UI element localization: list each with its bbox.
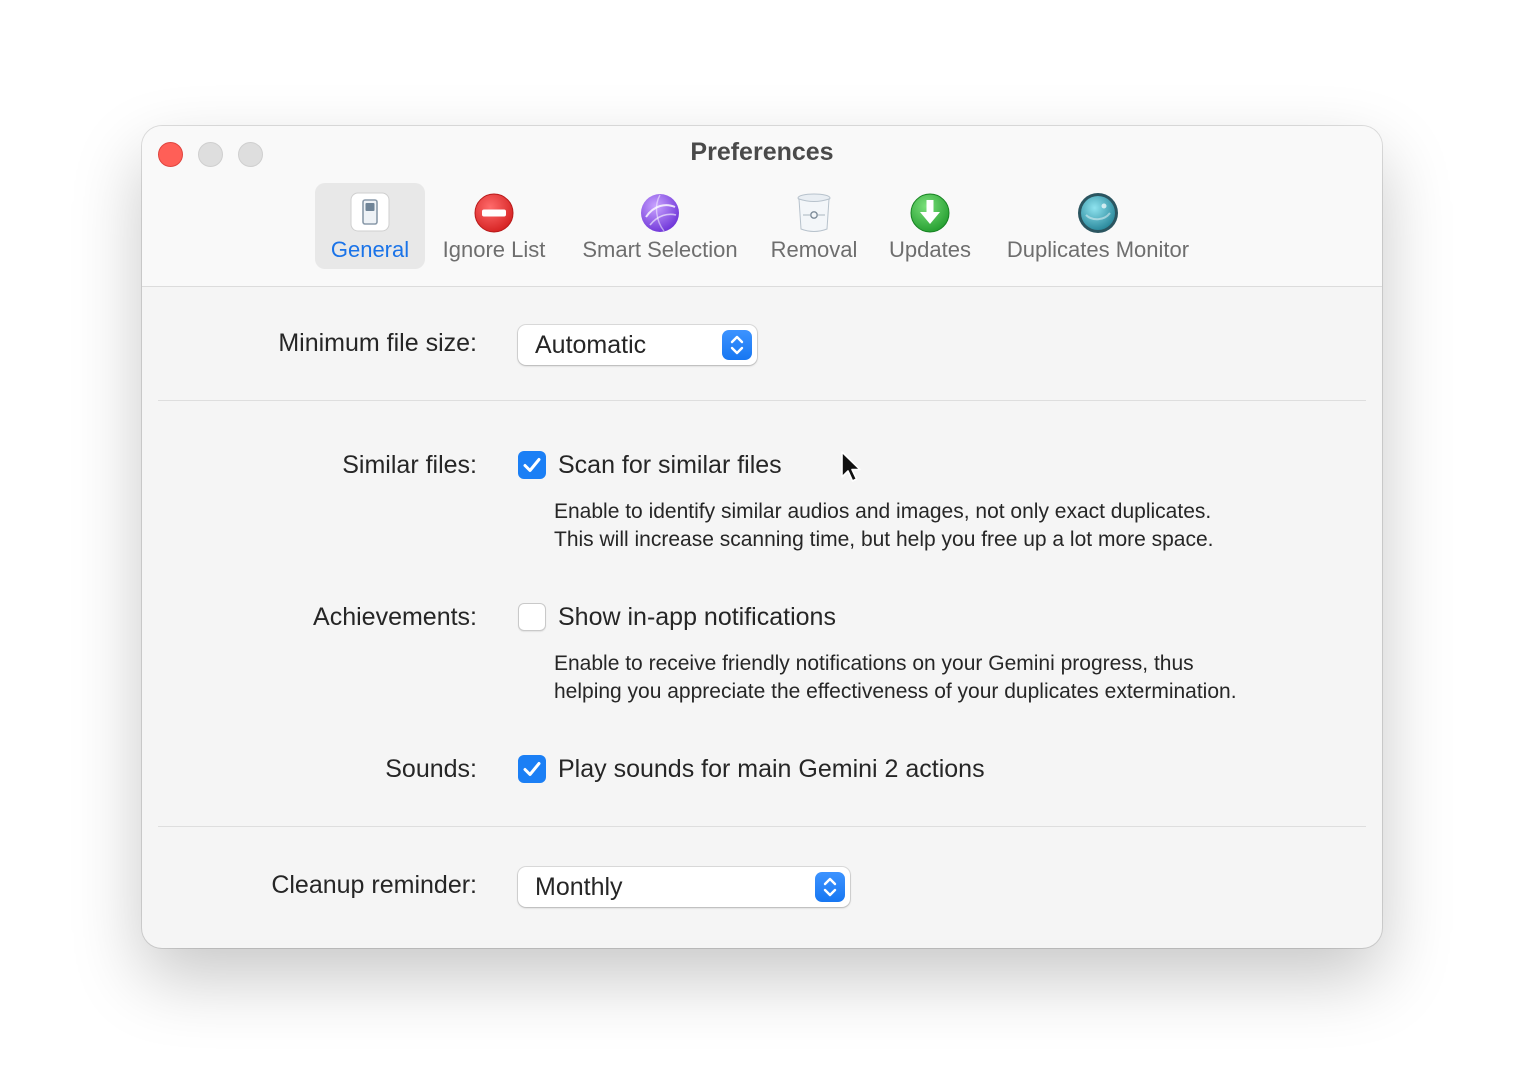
- tab-general-label: General: [330, 237, 410, 262]
- tab-duplicates-monitor-label: Duplicates Monitor: [1006, 237, 1190, 262]
- min-file-size-value: Automatic: [535, 331, 647, 359]
- preferences-content: Minimum file size: Automatic Similar fil…: [142, 287, 1382, 948]
- achievements-label: Achievements:: [313, 603, 477, 631]
- trash-bin-icon: [797, 193, 831, 232]
- mouse-pointer-icon: [841, 451, 861, 482]
- chevron-up-down-icon: [815, 872, 845, 902]
- tab-updates[interactable]: Updates: [880, 183, 980, 269]
- achievements-description-line1: Enable to receive friendly notifications…: [554, 652, 1194, 675]
- achievements-description-line2: helping you appreciate the effectiveness…: [554, 680, 1237, 703]
- play-sounds-label[interactable]: Play sounds for main Gemini 2 actions: [558, 755, 985, 784]
- show-in-app-notifications-checkbox[interactable]: [518, 603, 546, 631]
- tab-removal-label: Removal: [770, 237, 858, 262]
- green-download-arrow-icon: [910, 193, 950, 233]
- separator: [158, 400, 1366, 401]
- similar-files-description-line2: This will increase scanning time, but he…: [554, 528, 1214, 551]
- preferences-window: Preferences General Ignore List Smart Se…: [142, 126, 1382, 948]
- tab-general[interactable]: General: [315, 183, 425, 269]
- cleanup-reminder-value: Monthly: [535, 873, 623, 901]
- tab-ignore-list[interactable]: Ignore List: [435, 183, 553, 269]
- show-in-app-notifications-label[interactable]: Show in-app notifications: [558, 603, 836, 632]
- play-sounds-checkbox[interactable]: [518, 755, 546, 783]
- similar-files-label: Similar files:: [342, 451, 477, 479]
- cleanup-reminder-label: Cleanup reminder:: [271, 871, 477, 899]
- window-title: Preferences: [690, 138, 834, 166]
- sounds-label: Sounds:: [385, 755, 477, 783]
- scan-similar-files-checkbox[interactable]: [518, 451, 546, 479]
- no-entry-icon: [474, 193, 514, 233]
- tab-removal[interactable]: Removal: [766, 183, 862, 269]
- title-bar: Preferences General Ignore List Smart Se…: [142, 126, 1382, 287]
- purple-globe-icon: [641, 194, 679, 232]
- general-switch-icon: [350, 192, 390, 232]
- tab-duplicates-monitor[interactable]: Duplicates Monitor: [994, 183, 1202, 269]
- tab-updates-label: Updates: [889, 237, 971, 262]
- cleanup-reminder-popup[interactable]: Monthly: [518, 867, 850, 907]
- checkmark-icon: [523, 762, 541, 776]
- scan-similar-files-label[interactable]: Scan for similar files: [558, 451, 782, 480]
- similar-files-description-line1: Enable to identify similar audios and im…: [554, 500, 1212, 523]
- tab-smart-selection-label: Smart Selection: [582, 237, 738, 262]
- tab-ignore-list-label: Ignore List: [442, 237, 546, 262]
- chevron-up-down-icon: [722, 330, 752, 360]
- tab-smart-selection[interactable]: Smart Selection: [572, 183, 748, 269]
- teal-monitor-globe-icon: [1078, 193, 1118, 233]
- min-file-size-popup[interactable]: Automatic: [518, 325, 757, 365]
- checkmark-icon: [523, 458, 541, 472]
- min-file-size-label: Minimum file size:: [278, 329, 477, 357]
- separator: [158, 826, 1366, 827]
